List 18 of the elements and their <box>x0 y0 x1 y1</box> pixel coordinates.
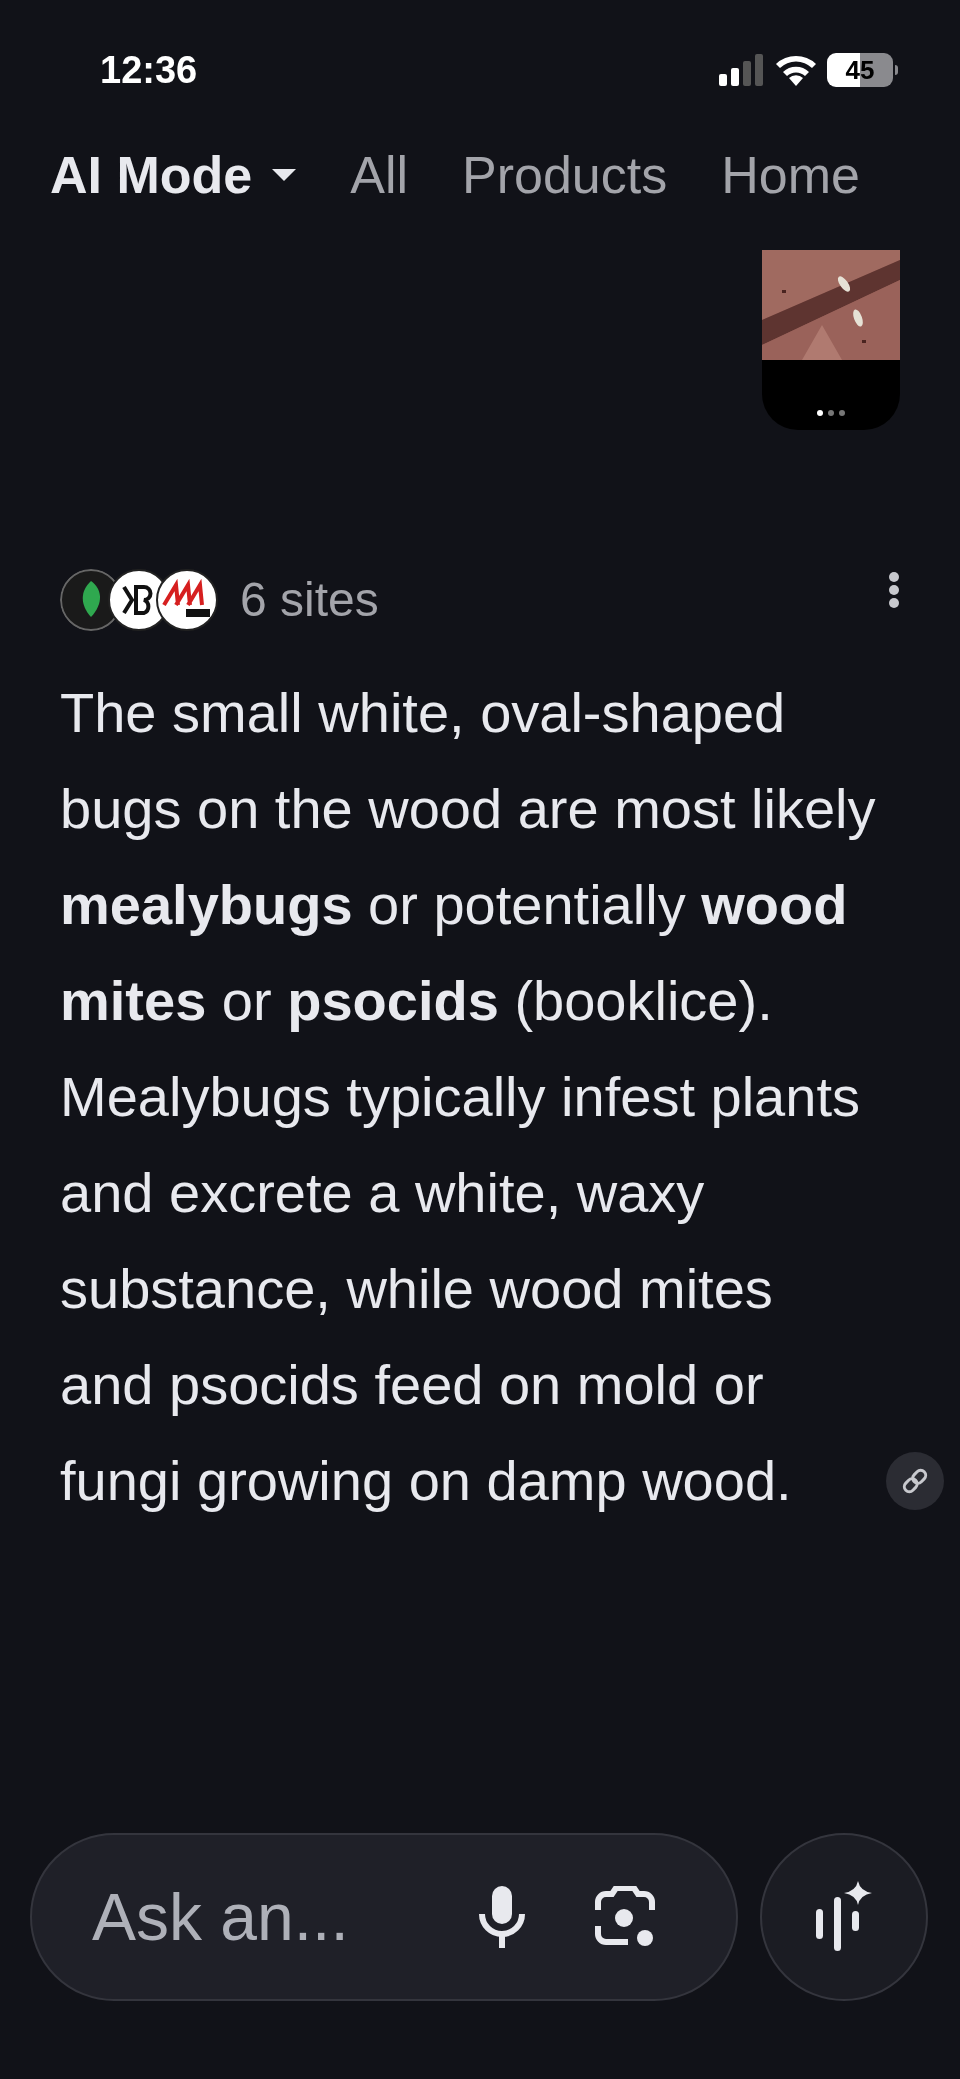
tab[interactable]: AI Mode <box>50 136 297 214</box>
ask-input-field[interactable]: Ask an... <box>92 1867 478 1967</box>
answer-paragraph: The small white, oval-shaped bugs on the wood are most likely mealybugs or potentially wood mites or psocids (booklice). Mealybugs typically infest plants and excrete a white, waxy substance, while wood mites and psocids feed on mold or fungi growing on damp wood. <box>60 681 876 1512</box>
link-icon[interactable] <box>886 1452 944 1510</box>
tab[interactable]: All <box>350 136 408 214</box>
image-carousel[interactable] <box>762 250 900 430</box>
more-options-icon[interactable] <box>888 572 900 608</box>
status-time: 12:36 <box>100 47 198 93</box>
wifi-icon <box>775 54 817 86</box>
ask-field[interactable]: Ask an... <box>30 1833 738 2001</box>
sources-count[interactable]: 6 sites <box>240 564 379 636</box>
camera-lens-icon[interactable] <box>594 1886 656 1948</box>
tab[interactable]: Home <box>721 136 860 214</box>
signal-icon <box>719 54 765 86</box>
microphone-icon[interactable] <box>478 1886 526 1948</box>
tab[interactable]: Products <box>462 136 668 214</box>
battery-indicator: 45 <box>827 53 898 87</box>
site-logo-icon <box>156 569 218 631</box>
